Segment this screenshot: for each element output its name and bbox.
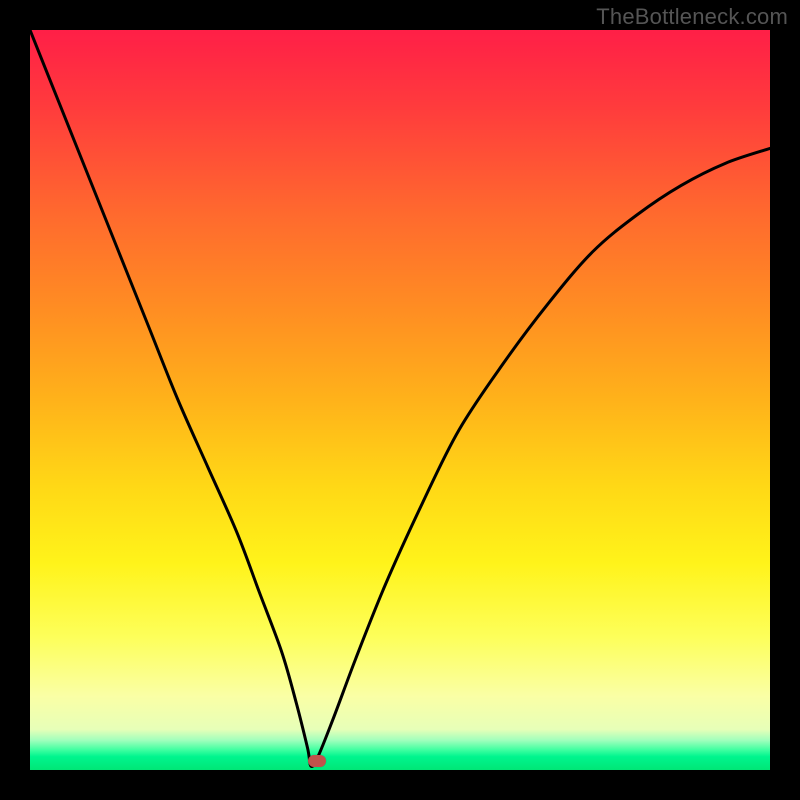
optimum-marker: [308, 755, 326, 767]
bottleneck-curve: [30, 30, 770, 770]
watermark-text: TheBottleneck.com: [596, 4, 788, 30]
plot-area: [30, 30, 770, 770]
chart-frame: TheBottleneck.com: [0, 0, 800, 800]
